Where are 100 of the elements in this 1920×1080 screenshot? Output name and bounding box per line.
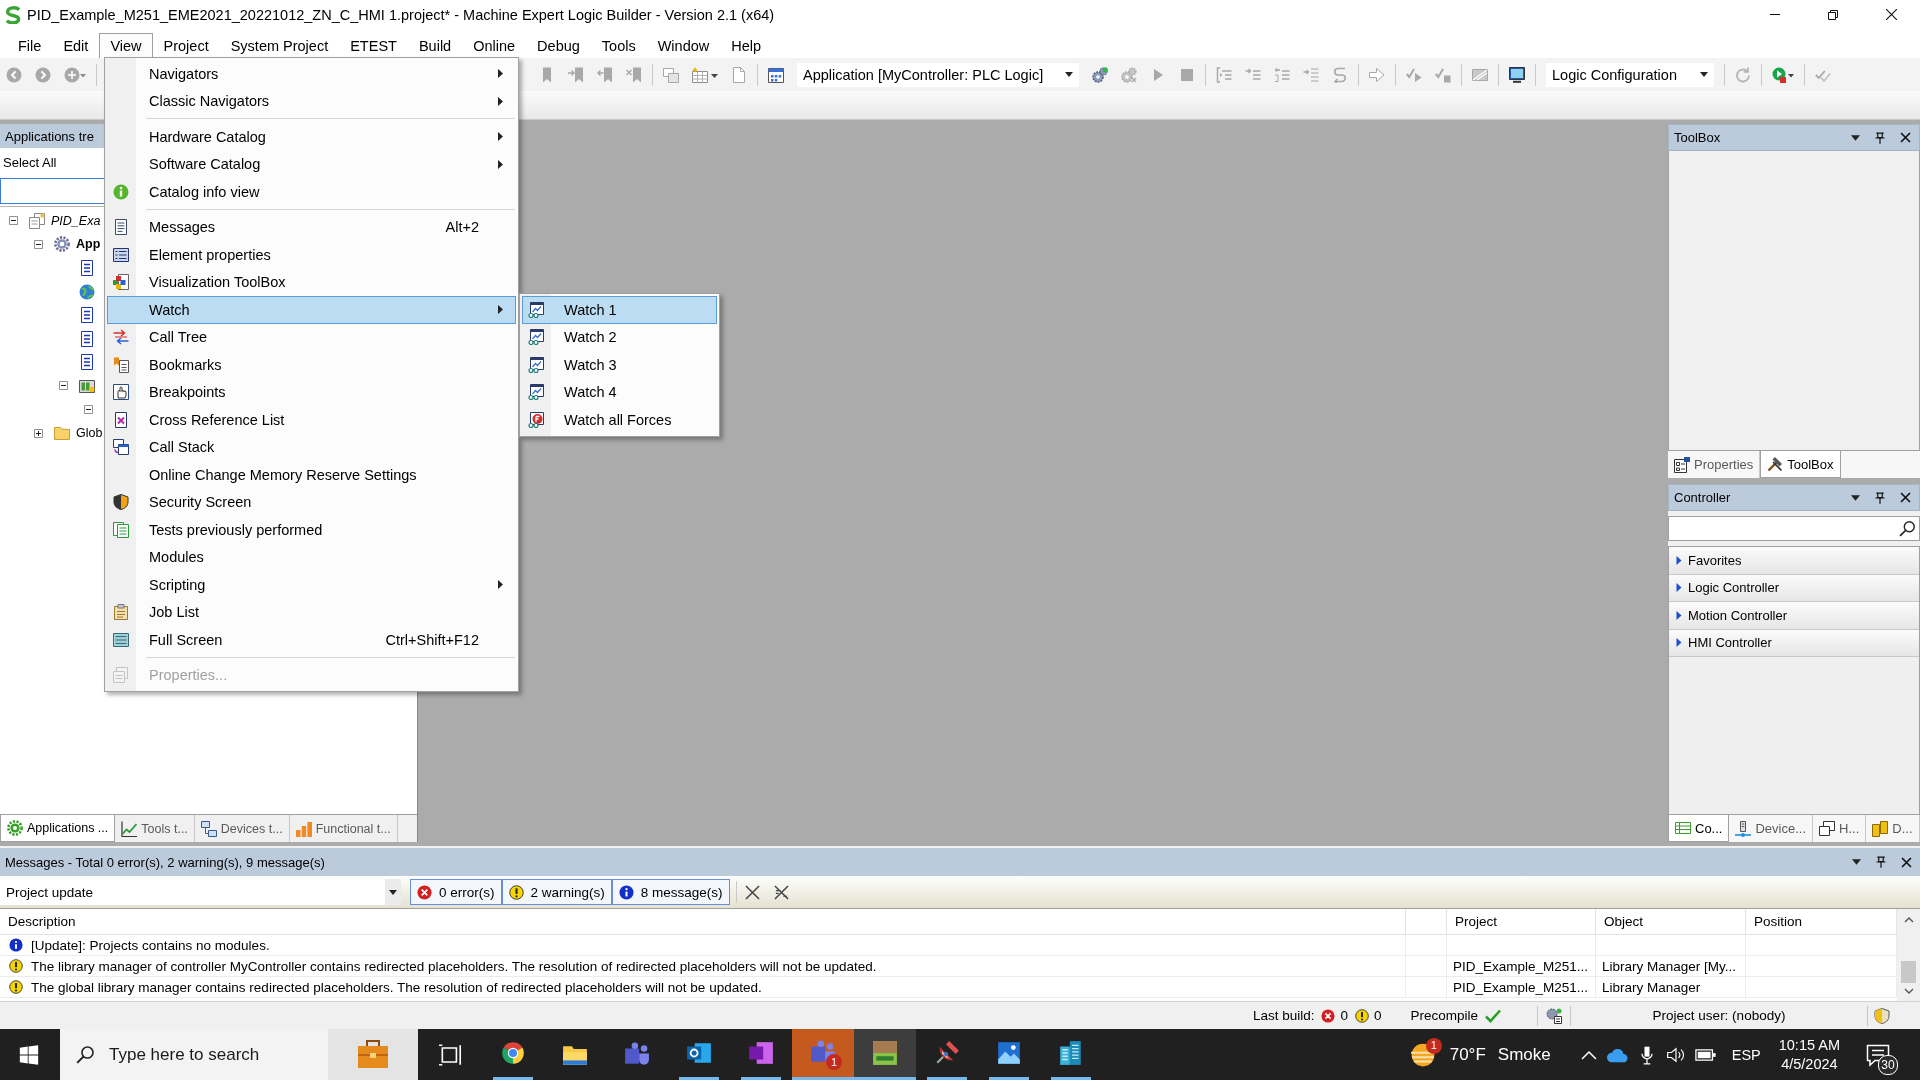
search-bar[interactable]: Type here to search bbox=[60, 1029, 418, 1080]
scrollbar[interactable] bbox=[1897, 909, 1920, 1001]
scroll-up-icon[interactable] bbox=[1903, 915, 1914, 925]
weather-condition[interactable]: Smoke bbox=[1497, 1044, 1551, 1065]
clock-date[interactable]: 4/5/2024 bbox=[1781, 1054, 1838, 1074]
restore-icon[interactable] bbox=[1828, 9, 1838, 20]
category-header[interactable]: Logic Controller bbox=[1669, 574, 1919, 602]
category-header[interactable]: HMI Controller bbox=[1669, 629, 1919, 657]
source-dropdown[interactable]: Project update bbox=[0, 879, 401, 905]
collapse-icon[interactable] bbox=[33, 239, 43, 249]
menubar-item[interactable]: View bbox=[99, 33, 153, 58]
menu-item[interactable]: Bookmarks bbox=[107, 351, 516, 379]
search-field[interactable]: Type here to search bbox=[109, 1044, 328, 1065]
menubar-item[interactable]: Tools bbox=[590, 33, 647, 58]
menubar-item[interactable]: Build bbox=[407, 33, 463, 58]
menu-item[interactable]: Watch 1 bbox=[522, 296, 717, 324]
pin-icon[interactable] bbox=[1875, 856, 1887, 868]
menubar-item[interactable]: Edit bbox=[52, 33, 100, 58]
cross-icon[interactable] bbox=[744, 884, 760, 900]
cross-lines-icon[interactable] bbox=[773, 884, 789, 900]
grid-icon[interactable] bbox=[692, 66, 718, 83]
panel-tab[interactable]: Devices t... bbox=[194, 815, 290, 842]
speaker-icon[interactable] bbox=[1665, 1044, 1686, 1065]
panel-tab[interactable]: Applications ... bbox=[0, 815, 116, 842]
collapse-icon[interactable] bbox=[8, 216, 18, 226]
application-dropdown[interactable]: Application [MyController: PLC Logic] bbox=[797, 62, 1079, 87]
menu-item[interactable]: Classic Navigators bbox=[107, 87, 516, 115]
menubar-item[interactable]: Project bbox=[152, 33, 220, 58]
menubar-item[interactable]: Window bbox=[646, 33, 721, 58]
menu-item[interactable]: Visualization ToolBox bbox=[107, 268, 516, 296]
panel-tab[interactable]: H... bbox=[1813, 815, 1867, 842]
close-icon[interactable] bbox=[1900, 492, 1911, 503]
column-header[interactable]: Object bbox=[1596, 909, 1746, 935]
panel-tab[interactable]: Co... bbox=[1668, 815, 1730, 842]
menu-item[interactable]: Watch 4 bbox=[522, 378, 717, 406]
menu-item[interactable]: Breakpoints bbox=[107, 378, 516, 406]
caret-icon[interactable] bbox=[1852, 859, 1861, 865]
chevron-up-icon[interactable] bbox=[1580, 1049, 1597, 1060]
menubar-item[interactable]: System Project bbox=[219, 33, 340, 58]
collapse-icon[interactable] bbox=[58, 381, 68, 391]
panel-tab[interactable]: ToolBox bbox=[1760, 451, 1841, 478]
menu-item[interactable]: Call Stack bbox=[107, 433, 516, 461]
menu-item[interactable]: Element properties bbox=[107, 241, 516, 269]
menubar-item[interactable]: ETEST bbox=[339, 33, 408, 58]
menu-item[interactable]: Security Screen bbox=[107, 488, 516, 516]
menubar-item[interactable]: Debug bbox=[526, 33, 591, 58]
menu-item[interactable]: Tests previously performed bbox=[107, 516, 516, 544]
menu-item[interactable]: Catalog info view bbox=[107, 178, 516, 206]
windows-logo-icon[interactable] bbox=[19, 1044, 39, 1065]
menu-item[interactable]: Scripting bbox=[107, 571, 516, 599]
close-icon[interactable] bbox=[1901, 856, 1912, 868]
menubar-item[interactable]: Help bbox=[720, 33, 773, 58]
taskbar-button[interactable] bbox=[854, 1029, 916, 1080]
filter-button[interactable]: 8 message(s) bbox=[611, 879, 730, 905]
close-icon[interactable] bbox=[1885, 9, 1897, 20]
scroll-thumb[interactable] bbox=[1901, 961, 1916, 983]
menubar-item[interactable]: File bbox=[7, 33, 53, 58]
select-all-button[interactable]: Select All bbox=[3, 154, 57, 170]
menu-item[interactable]: Software Catalog bbox=[107, 150, 516, 178]
panel-tab[interactable]: Tools t... bbox=[115, 815, 195, 842]
menu-item[interactable]: Online Change Memory Reserve Settings bbox=[107, 461, 516, 489]
menu-item[interactable]: Watch 2 bbox=[522, 323, 717, 351]
collapse-icon[interactable] bbox=[83, 405, 93, 415]
panel-tab[interactable]: D... bbox=[1866, 815, 1920, 842]
column-header[interactable]: Description bbox=[0, 909, 1406, 935]
pin-icon[interactable] bbox=[1874, 491, 1886, 504]
menu-item[interactable]: Watch 3 bbox=[522, 351, 717, 379]
menu-item[interactable]: Watch all Forces bbox=[522, 406, 717, 434]
weather-temperature[interactable]: 70°F bbox=[1449, 1044, 1486, 1065]
menu-item[interactable]: Cross Reference List bbox=[107, 406, 516, 434]
shield-icon[interactable] bbox=[1874, 1007, 1890, 1024]
filter-button[interactable]: 0 error(s) bbox=[410, 879, 502, 905]
panel-tab[interactable]: Device... bbox=[1729, 815, 1814, 842]
taskbar-button[interactable]: 1 bbox=[792, 1029, 854, 1080]
menu-item[interactable]: Job List bbox=[107, 598, 516, 626]
category-header[interactable]: Motion Controller bbox=[1669, 602, 1919, 630]
menu-item[interactable]: Watch bbox=[107, 296, 516, 324]
column-header[interactable]: Project bbox=[1447, 909, 1596, 935]
menu-item[interactable]: Hardware Catalog bbox=[107, 123, 516, 151]
pin-icon[interactable] bbox=[1874, 131, 1886, 144]
search-field[interactable] bbox=[1668, 516, 1920, 541]
tree-item[interactable]: App bbox=[76, 237, 101, 252]
configuration-dropdown[interactable]: Logic Configuration bbox=[1546, 62, 1714, 87]
monitor-icon[interactable] bbox=[1509, 66, 1525, 83]
filter-button[interactable]: 2 warning(s) bbox=[501, 879, 612, 905]
caret-icon[interactable] bbox=[1851, 134, 1860, 141]
check-stop-icon[interactable] bbox=[1435, 66, 1451, 83]
menubar-item[interactable]: Online bbox=[462, 33, 527, 58]
language-indicator[interactable]: ESP bbox=[1731, 1046, 1761, 1063]
menu-item[interactable]: Call Tree bbox=[107, 323, 516, 351]
category-header[interactable]: Favorites bbox=[1669, 547, 1919, 575]
calendar-icon[interactable] bbox=[768, 66, 784, 83]
caret-icon[interactable] bbox=[1851, 494, 1860, 501]
check-play-icon[interactable] bbox=[1406, 66, 1422, 83]
tree-item[interactable]: PID_Exa bbox=[51, 213, 101, 228]
gear-icon[interactable] bbox=[1546, 1007, 1562, 1024]
close-icon[interactable] bbox=[1900, 132, 1911, 143]
gears-icon[interactable] bbox=[1092, 66, 1108, 83]
menu-item[interactable]: Navigators bbox=[107, 60, 516, 88]
play-circle-icon[interactable] bbox=[1772, 66, 1794, 83]
